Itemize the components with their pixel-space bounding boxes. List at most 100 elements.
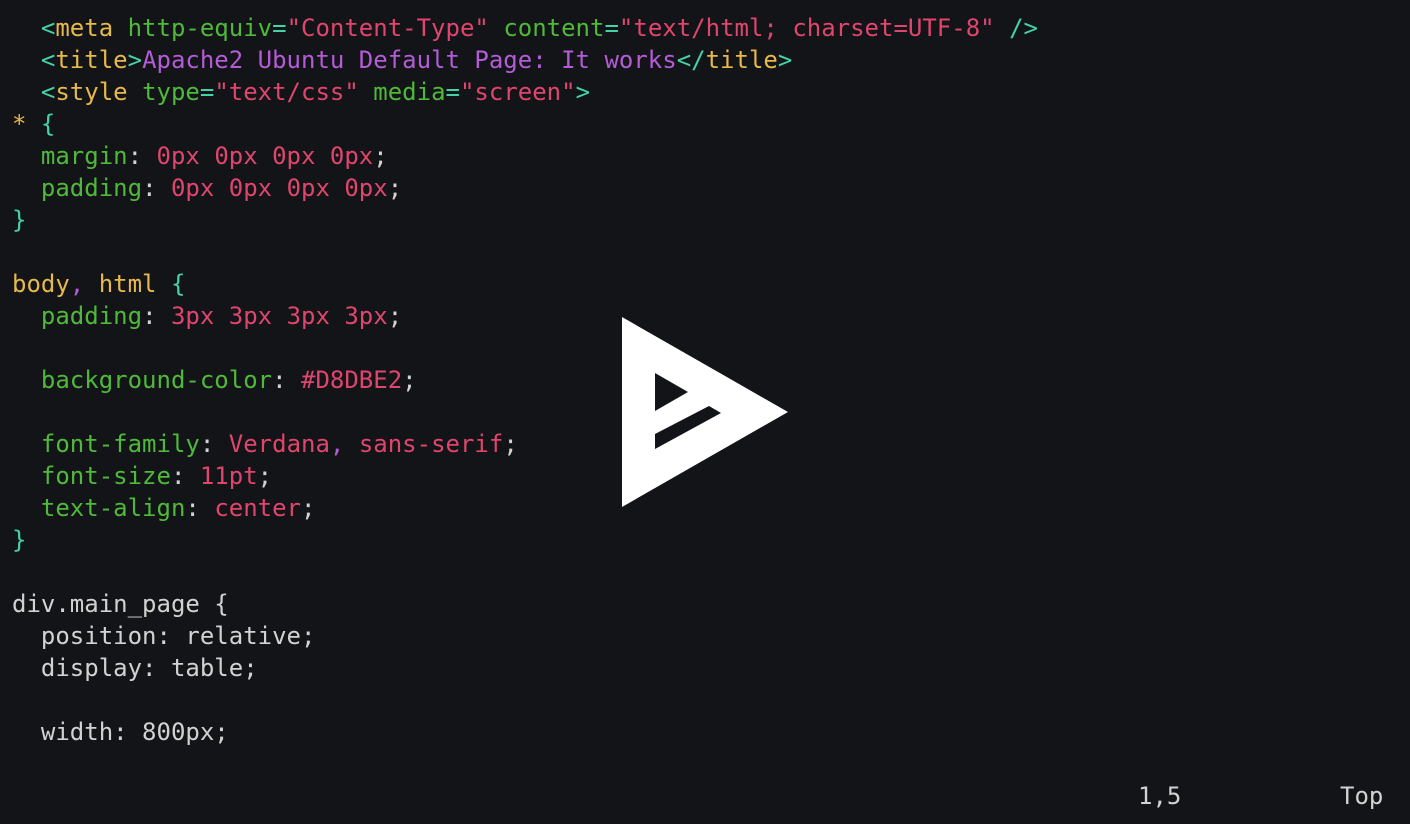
code-token: < bbox=[40, 46, 56, 74]
code-token: : bbox=[185, 494, 215, 522]
code-token: font-size bbox=[40, 462, 171, 490]
code-token: title bbox=[55, 46, 128, 74]
code-token: media bbox=[373, 78, 446, 106]
code-token: text-align bbox=[40, 494, 186, 522]
code-token: 0px 0px 0px 0px bbox=[156, 142, 374, 170]
play-icon[interactable] bbox=[621, 316, 789, 508]
code-token: http-equiv bbox=[127, 14, 273, 42]
code-token: < bbox=[40, 14, 56, 42]
code-token: ; bbox=[503, 430, 518, 458]
code-token: { bbox=[170, 270, 186, 298]
code-token: position: relative; bbox=[12, 622, 316, 650]
code-token: padding bbox=[40, 174, 143, 202]
code-token: * bbox=[12, 110, 41, 138]
scroll-position: Top bbox=[1340, 782, 1384, 810]
code-line: } bbox=[12, 204, 1038, 236]
code-line: <title>Apache2 Ubuntu Default Page: It w… bbox=[12, 44, 1038, 76]
code-token: width: 800px; bbox=[12, 718, 229, 746]
editor-buffer[interactable]: <meta http-equiv="Content-Type" content=… bbox=[12, 12, 1038, 748]
code-token: = bbox=[604, 14, 619, 42]
code-line: padding: 3px 3px 3px 3px; bbox=[12, 300, 1038, 332]
code-token: < bbox=[40, 78, 56, 106]
code-token: : bbox=[170, 462, 200, 490]
code-line: position: relative; bbox=[12, 620, 1038, 652]
code-token: meta bbox=[55, 14, 114, 42]
code-line: <style type="text/css" media="screen"> bbox=[12, 76, 1038, 108]
code-line: background-color: #D8DBE2; bbox=[12, 364, 1038, 396]
code-token: { bbox=[40, 110, 56, 138]
code-line: div.main_page { bbox=[12, 588, 1038, 620]
code-line: margin: 0px 0px 0px 0px; bbox=[12, 140, 1038, 172]
code-line: * { bbox=[12, 108, 1038, 140]
code-token: } bbox=[12, 206, 27, 234]
code-token: : bbox=[127, 142, 157, 170]
code-line: font-size: 11pt; bbox=[12, 460, 1038, 492]
code-token: : bbox=[272, 366, 301, 394]
code-token: ; bbox=[387, 302, 403, 330]
code-token: margin bbox=[40, 142, 128, 170]
code-token: "Content-Type" bbox=[286, 14, 489, 42]
code-token: ; bbox=[257, 462, 273, 490]
code-token: sans-serif bbox=[358, 430, 504, 458]
code-token: #D8DBE2 bbox=[301, 366, 403, 394]
code-token: ; bbox=[301, 494, 316, 522]
code-token: "text/css" bbox=[214, 78, 359, 106]
code-token: background-color bbox=[40, 366, 273, 394]
code-token: > bbox=[777, 46, 793, 74]
code-token: Verdana bbox=[228, 430, 330, 458]
cursor-position: 1,5 bbox=[1138, 782, 1182, 810]
code-token: font-family bbox=[40, 430, 200, 458]
code-token: = bbox=[445, 78, 460, 106]
code-token: Apache2 Ubuntu Default Page: It works bbox=[142, 46, 677, 74]
code-token: : bbox=[142, 174, 171, 202]
code-line: display: table; bbox=[12, 652, 1038, 684]
code-token: > bbox=[127, 46, 143, 74]
code-line: body, html { bbox=[12, 268, 1038, 300]
code-token: </ bbox=[676, 46, 706, 74]
code-token: , bbox=[329, 430, 345, 458]
code-token: = bbox=[272, 14, 287, 42]
terminal-screen: <meta http-equiv="Content-Type" content=… bbox=[0, 0, 1410, 824]
code-token: 0px 0px 0px 0px bbox=[170, 174, 388, 202]
code-line: padding: 0px 0px 0px 0px; bbox=[12, 172, 1038, 204]
code-token: style bbox=[55, 78, 128, 106]
code-token: ; bbox=[402, 366, 417, 394]
code-token: , bbox=[69, 270, 85, 298]
code-token: 3px 3px 3px 3px bbox=[170, 302, 388, 330]
code-token: body bbox=[12, 270, 70, 298]
code-token: = bbox=[199, 78, 215, 106]
code-token: 11pt bbox=[199, 462, 258, 490]
code-token: } bbox=[12, 526, 27, 554]
code-line: } bbox=[12, 524, 1038, 556]
code-line: font-family: Verdana, sans-serif; bbox=[12, 428, 1038, 460]
play-icon-shape bbox=[622, 317, 788, 507]
code-token: padding bbox=[40, 302, 143, 330]
code-token: display: table; bbox=[12, 654, 258, 682]
code-token: /> bbox=[1009, 14, 1038, 42]
code-token: div.main_page { bbox=[12, 590, 229, 618]
code-line: <meta http-equiv="Content-Type" content=… bbox=[12, 12, 1038, 44]
code-token: title bbox=[705, 46, 778, 74]
code-line: text-align: center; bbox=[12, 492, 1038, 524]
